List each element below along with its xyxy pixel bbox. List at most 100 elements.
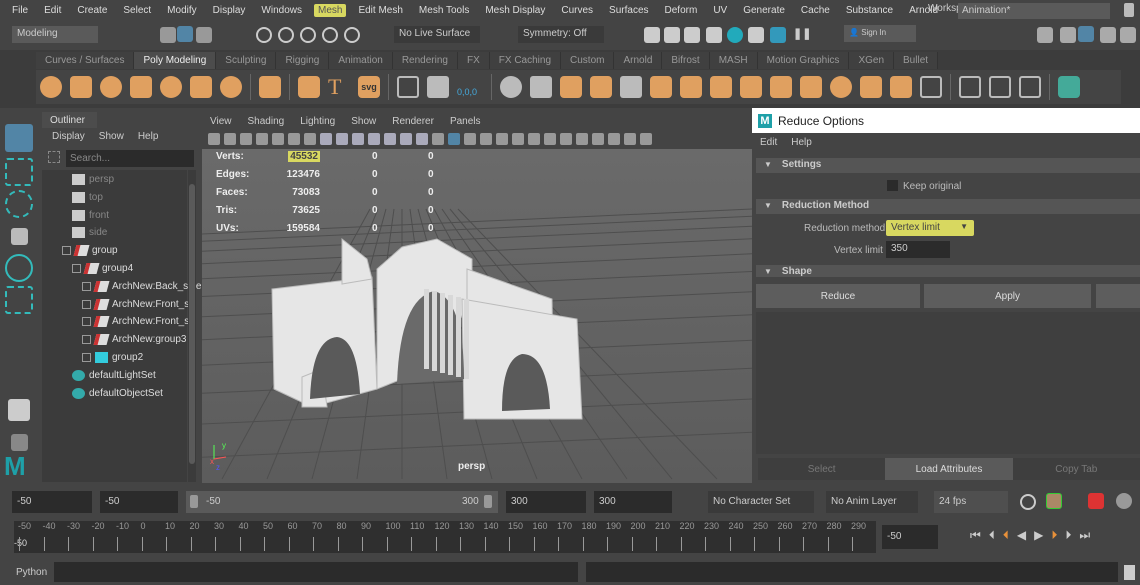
shelf-tab-sculpting[interactable]: Sculpting	[216, 52, 277, 69]
rotate-tool-icon[interactable]	[5, 254, 33, 282]
range-end-handle[interactable]	[484, 495, 492, 508]
layout-icon[interactable]	[8, 399, 30, 421]
gate-mask-icon[interactable]	[368, 133, 380, 145]
shelf-tab-curves-surfaces[interactable]: Curves / Surfaces	[36, 52, 135, 69]
attribute-editor-icon[interactable]	[1078, 26, 1094, 42]
range-start-handle[interactable]	[190, 495, 198, 508]
character-controls-icon[interactable]	[1060, 27, 1076, 43]
copy-tab-button[interactable]: Copy Tab	[1012, 458, 1140, 480]
shelf-extract-icon[interactable]	[740, 76, 762, 98]
shelf-offset-edge-icon[interactable]	[1019, 76, 1041, 98]
menu-mesh-display[interactable]: Mesh Display	[477, 5, 553, 16]
outliner-item[interactable]: side	[72, 224, 107, 241]
play-forward-icon[interactable]: ▶	[1034, 527, 1043, 543]
viewport-menu-shading[interactable]: Shading	[240, 116, 293, 127]
command-language-label[interactable]: Python	[16, 567, 47, 578]
dialog-menu-help[interactable]: Help	[791, 137, 812, 148]
viewport-menu-renderer[interactable]: Renderer	[384, 116, 442, 127]
outliner-menu-show[interactable]: Show	[99, 131, 124, 142]
outliner-item[interactable]: defaultLightSet	[72, 367, 156, 384]
viewport-menu-lighting[interactable]: Lighting	[292, 116, 343, 127]
auto-key-icon[interactable]	[1088, 493, 1104, 509]
modeling-toolkit-icon[interactable]	[1037, 27, 1053, 43]
shelf-fill-hole-icon[interactable]	[770, 76, 792, 98]
outliner-item[interactable]: persp	[72, 171, 114, 188]
sign-in-button[interactable]: 👤 Sign In	[844, 25, 916, 42]
menu-edit[interactable]: Edit	[36, 5, 69, 16]
textured-icon[interactable]	[480, 133, 492, 145]
shelf-tab-motion-graphics[interactable]: Motion Graphics	[757, 52, 850, 69]
snap-grid-icon[interactable]	[256, 27, 272, 43]
menu-cache[interactable]: Cache	[793, 5, 838, 16]
shelf-tab-rendering[interactable]: Rendering	[392, 52, 458, 69]
shelf-target-weld-icon[interactable]	[800, 76, 822, 98]
shape-section[interactable]: ▼ Shape	[756, 265, 1140, 277]
settings-section[interactable]: ▼ Settings	[756, 158, 1140, 173]
anim-end-field[interactable]: 300	[506, 491, 586, 513]
expand-icon[interactable]	[82, 281, 91, 291]
safe-title-icon[interactable]	[416, 133, 428, 145]
step-forward-key-icon[interactable]: ⏵	[1065, 527, 1071, 543]
isolate-icon[interactable]	[576, 133, 588, 145]
shelf-smooth-icon[interactable]	[560, 76, 582, 98]
reduction-method-dropdown[interactable]: Vertex limit ▼	[886, 220, 974, 236]
grid-layout-icon[interactable]	[11, 434, 28, 451]
ipr-render-icon[interactable]	[684, 27, 700, 43]
shelf-tab-fx-caching[interactable]: FX Caching	[489, 52, 562, 69]
menu-mesh-tools[interactable]: Mesh Tools	[411, 5, 477, 16]
shelf-cone-icon[interactable]	[130, 76, 152, 98]
menu-generate[interactable]: Generate	[735, 5, 793, 16]
menu-mesh[interactable]: Mesh	[314, 4, 347, 17]
shelf-tab-fx[interactable]: FX	[457, 52, 490, 69]
command-input[interactable]	[54, 562, 578, 582]
shelf-circularize-icon[interactable]	[830, 76, 852, 98]
menu-uv[interactable]: UV	[705, 5, 735, 16]
snap-view-icon[interactable]	[322, 27, 338, 43]
close-button[interactable]	[1096, 284, 1140, 308]
outliner-item[interactable]: defaultObjectSet	[72, 385, 163, 402]
outliner-tab[interactable]: Outliner	[42, 112, 97, 128]
menu-create[interactable]: Create	[69, 5, 115, 16]
shelf-separate-g-icon[interactable]	[530, 76, 552, 98]
shelf-cylinder-icon[interactable]	[100, 76, 122, 98]
dialog-menu-edit[interactable]: Edit	[760, 137, 777, 148]
3d-viewport[interactable]: Verts: 45532 0 0 Edges: 123476 0 0 Faces: 73083 0 0…	[202, 149, 752, 483]
shelf-text-icon[interactable]: T	[328, 75, 350, 99]
wireframe-icon[interactable]	[432, 133, 444, 145]
render-setup-icon[interactable]	[748, 27, 764, 43]
outliner-item[interactable]: ArchNew:group3	[82, 331, 186, 348]
shelf-subdivide-icon[interactable]	[860, 76, 882, 98]
shelf-bevel-icon[interactable]	[680, 76, 702, 98]
expand-icon[interactable]	[82, 299, 91, 309]
field-chart-icon[interactable]	[384, 133, 396, 145]
shelf-tab-mash[interactable]: MASH	[709, 52, 758, 69]
menu-curves[interactable]: Curves	[553, 5, 601, 16]
expand-icon[interactable]	[82, 335, 91, 345]
image-plane-icon[interactable]	[272, 133, 284, 145]
reduce-button[interactable]: Reduce	[756, 284, 920, 308]
hud-icon[interactable]	[640, 133, 652, 145]
range-slider[interactable]: -50 300	[186, 491, 498, 513]
motion-blur-icon[interactable]	[544, 133, 556, 145]
scale-tool-icon[interactable]	[5, 286, 33, 314]
end-time-field[interactable]: 300	[594, 491, 672, 513]
shelf-tab-poly-modeling[interactable]: Poly Modeling	[134, 52, 217, 69]
select-tool-icon[interactable]	[5, 124, 33, 152]
shelf-locator-icon[interactable]	[397, 76, 419, 98]
move-tool-icon[interactable]	[11, 228, 28, 245]
prev-key-icon[interactable]: ⏴	[1003, 527, 1009, 543]
expand-icon[interactable]	[72, 264, 81, 273]
grease-pencil-icon[interactable]	[304, 133, 316, 145]
xray-icon[interactable]	[592, 133, 604, 145]
shelf-tab-xgen[interactable]: XGen	[849, 52, 895, 69]
shelf-cube-icon[interactable]	[70, 76, 92, 98]
xray-comp-icon[interactable]	[624, 133, 636, 145]
shelf-bridge-icon[interactable]	[650, 76, 672, 98]
shelf-tab-custom[interactable]: Custom	[561, 52, 615, 69]
reduction-method-section[interactable]: ▼ Reduction Method	[756, 199, 1140, 214]
shelf-bool-icon[interactable]	[890, 76, 912, 98]
anim-start-field[interactable]: -50	[100, 491, 178, 513]
menu-windows[interactable]: Windows	[253, 5, 310, 16]
start-time-field[interactable]: -50	[12, 491, 92, 513]
outliner-search-input[interactable]: Search...	[66, 150, 194, 167]
